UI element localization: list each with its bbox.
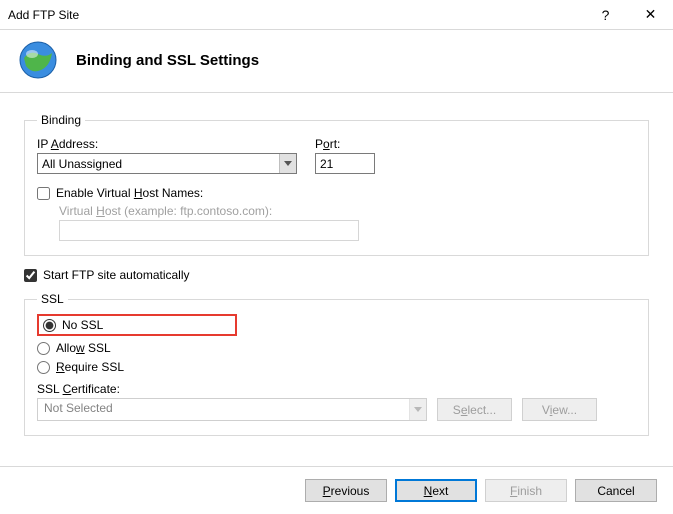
- start-auto-label: Start FTP site automatically: [43, 268, 190, 282]
- cancel-button[interactable]: Cancel: [575, 479, 657, 502]
- require-ssl-radio[interactable]: [37, 361, 50, 374]
- chevron-down-icon: [414, 407, 422, 413]
- vhost-input: [59, 220, 359, 241]
- window-title: Add FTP Site: [8, 8, 583, 22]
- view-cert-button: View...: [522, 398, 597, 421]
- titlebar: Add FTP Site ? ✕: [0, 0, 673, 30]
- binding-group: Binding IP Address: Port: Enable Virtual…: [24, 113, 649, 256]
- start-auto-checkbox[interactable]: [24, 269, 37, 282]
- ssl-group: SSL No SSL Allow SSL Require SSL SSL Cer…: [24, 292, 649, 436]
- ssl-cert-label: SSL Certificate:: [37, 382, 636, 396]
- page-title: Binding and SSL Settings: [76, 52, 259, 69]
- allow-ssl-label: Allow SSL: [56, 341, 111, 355]
- wizard-header: Binding and SSL Settings: [0, 30, 673, 93]
- ip-address-input[interactable]: [38, 154, 279, 173]
- ip-address-label: IP Address:: [37, 137, 297, 151]
- require-ssl-label: Require SSL: [56, 360, 124, 374]
- no-ssl-highlight: No SSL: [37, 314, 237, 336]
- previous-button[interactable]: Previous: [305, 479, 387, 502]
- enable-vhosts-label: Enable Virtual Host Names:: [56, 186, 203, 200]
- ip-address-dropdown-button[interactable]: [279, 154, 296, 173]
- no-ssl-radio[interactable]: [43, 319, 56, 332]
- vhost-label: Virtual Host (example: ftp.contoso.com):: [59, 204, 636, 218]
- chevron-down-icon: [284, 161, 292, 167]
- no-ssl-label: No SSL: [62, 318, 103, 332]
- binding-legend: Binding: [37, 113, 85, 127]
- close-button[interactable]: ✕: [628, 0, 673, 30]
- ip-address-combo[interactable]: [37, 153, 297, 174]
- finish-button: Finish: [485, 479, 567, 502]
- wizard-footer: Previous Next Finish Cancel: [0, 466, 673, 514]
- next-button[interactable]: Next: [395, 479, 477, 502]
- ssl-cert-dropdown-button: [409, 399, 426, 420]
- globe-icon: [18, 40, 58, 80]
- allow-ssl-radio[interactable]: [37, 342, 50, 355]
- help-button[interactable]: ?: [583, 0, 628, 30]
- ssl-cert-value: Not Selected: [38, 399, 409, 420]
- port-input[interactable]: [315, 153, 375, 174]
- ssl-legend: SSL: [37, 292, 68, 306]
- select-cert-button: Select...: [437, 398, 512, 421]
- enable-vhosts-checkbox[interactable]: [37, 187, 50, 200]
- ssl-cert-combo: Not Selected: [37, 398, 427, 421]
- port-label: Port:: [315, 137, 375, 151]
- content-area: Binding IP Address: Port: Enable Virtual…: [0, 93, 673, 458]
